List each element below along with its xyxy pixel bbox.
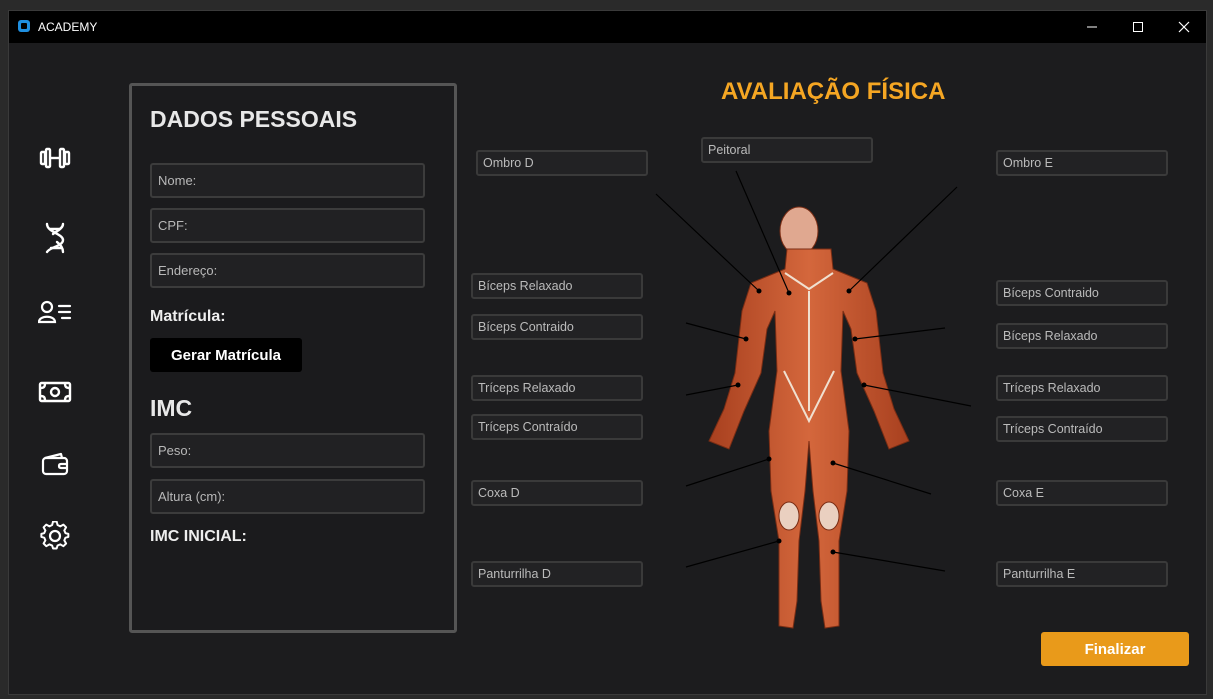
triceps-contraido-d-field[interactable]: Tríceps Contraído <box>471 414 643 440</box>
dumbbell-icon <box>39 147 71 169</box>
personal-data-title: DADOS PESSOAIS <box>150 106 358 132</box>
panturrilha-e-field[interactable]: Panturrilha E <box>996 561 1168 587</box>
app-window: ACADEMY DADOS PESSOAIS Nome: CPF: Endere… <box>8 10 1207 695</box>
coxa-e-field[interactable]: Coxa E <box>996 480 1168 506</box>
title-bar: ACADEMY <box>9 11 1206 43</box>
money-icon <box>38 381 72 403</box>
gear-icon <box>40 521 70 550</box>
maximize-icon <box>1133 22 1143 32</box>
sidebar-item-settings[interactable] <box>37 518 73 554</box>
biceps-contraido-e-field[interactable]: Bíceps Contraido <box>996 280 1168 306</box>
triceps-contraido-e-field[interactable]: Tríceps Contraído <box>996 416 1168 442</box>
finish-button[interactable]: Finalizar <box>1041 632 1189 666</box>
cpf-field[interactable]: CPF: <box>150 208 425 243</box>
ombro-e-field[interactable]: Ombro E <box>996 150 1168 176</box>
dna-icon <box>45 222 65 254</box>
sidebar-item-finance[interactable] <box>37 374 73 410</box>
weight-field[interactable]: Peso: <box>150 433 425 468</box>
triceps-relaxado-d-field[interactable]: Tríceps Relaxado <box>471 375 643 401</box>
matricula-label: Matrícula: <box>150 308 226 325</box>
minimize-icon <box>1087 26 1097 28</box>
triceps-relaxado-e-field[interactable]: Tríceps Relaxado <box>996 375 1168 401</box>
panturrilha-d-field[interactable]: Panturrilha D <box>471 561 643 587</box>
biceps-relaxado-d-field[interactable]: Bíceps Relaxado <box>471 273 643 299</box>
close-button[interactable] <box>1161 11 1207 43</box>
user-list-icon <box>38 300 72 324</box>
measurement-points <box>735 288 867 555</box>
sidebar-item-members[interactable] <box>37 294 73 330</box>
biceps-relaxado-e-field[interactable]: Bíceps Relaxado <box>996 323 1168 349</box>
imc-title: IMC <box>150 395 193 421</box>
sidebar-item-assessment[interactable] <box>37 220 73 256</box>
app-icon <box>18 20 30 32</box>
wallet-icon <box>41 452 69 476</box>
sidebar-item-wallet[interactable] <box>37 446 73 482</box>
close-icon <box>1178 21 1190 33</box>
imc-initial-label: IMC INICIAL: <box>150 528 247 545</box>
height-field[interactable]: Altura (cm): <box>150 479 425 514</box>
address-field[interactable]: Endereço: <box>150 253 425 288</box>
sidebar <box>9 44 99 694</box>
name-field[interactable]: Nome: <box>150 163 425 198</box>
sidebar-item-workouts[interactable] <box>37 140 73 176</box>
biceps-contraido-d-field[interactable]: Bíceps Contraido <box>471 314 643 340</box>
pointer-lines <box>655 170 972 572</box>
generate-matricula-button[interactable]: Gerar Matrícula <box>150 338 302 372</box>
minimize-button[interactable] <box>1069 11 1115 43</box>
maximize-button[interactable] <box>1115 11 1161 43</box>
personal-data-panel: DADOS PESSOAIS Nome: CPF: Endereço: Matr… <box>129 83 457 633</box>
peitoral-field[interactable]: Peitoral <box>701 137 873 163</box>
window-title: ACADEMY <box>38 20 98 34</box>
ombro-d-field[interactable]: Ombro D <box>476 150 648 176</box>
coxa-d-field[interactable]: Coxa D <box>471 480 643 506</box>
human-figure <box>708 206 910 629</box>
assessment-title: AVALIAÇÃO FÍSICA <box>721 78 946 105</box>
